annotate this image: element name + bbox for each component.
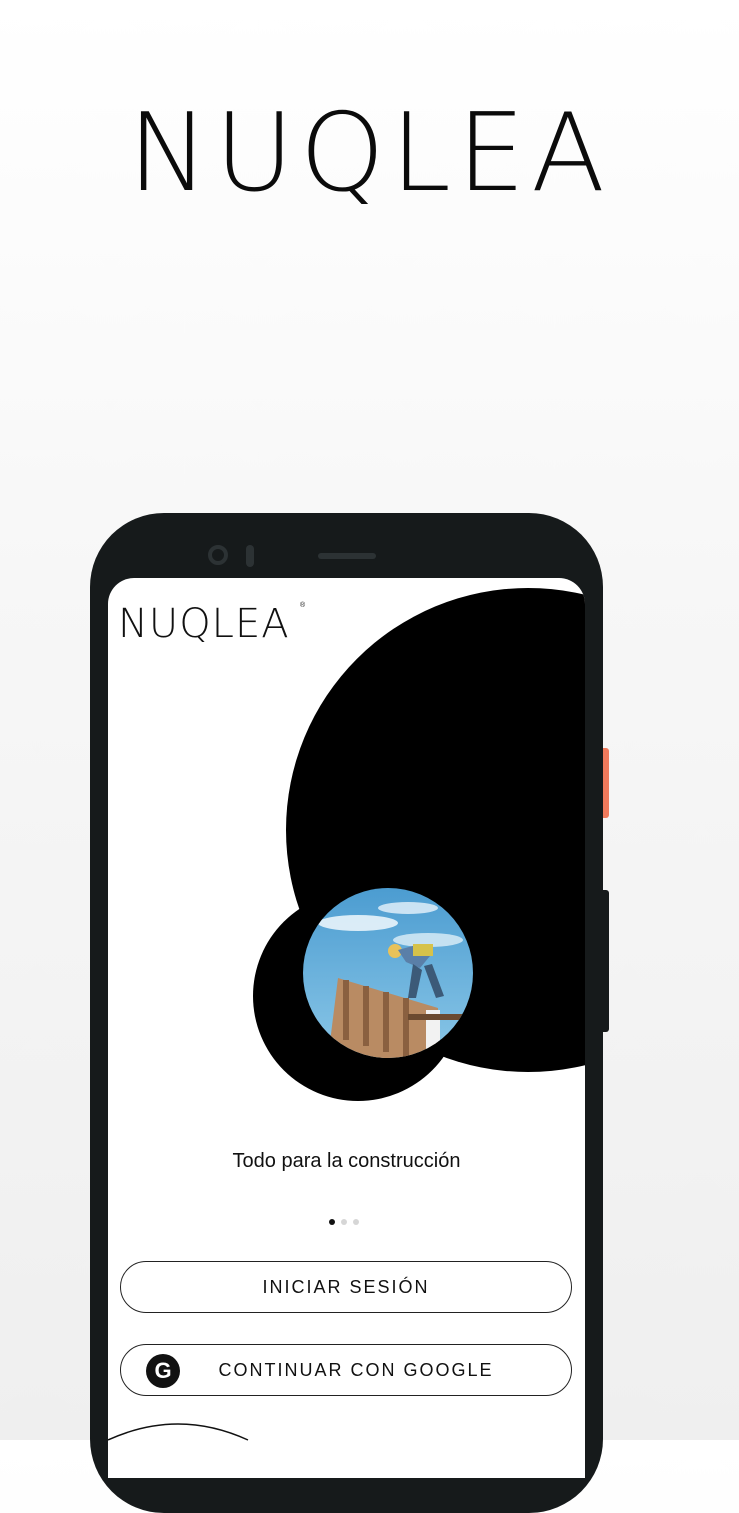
login-button-label: INICIAR SESIÓN xyxy=(262,1276,430,1297)
power-button xyxy=(603,748,609,818)
front-camera xyxy=(208,545,228,565)
bottom-decorative-arc xyxy=(108,1423,249,1441)
phone-speaker xyxy=(318,553,376,559)
phone-screen: NUQLEA ® Todo para la construcción INICI… xyxy=(108,578,585,1478)
brand-logo: NUQLEA xyxy=(127,91,612,216)
volume-button xyxy=(603,890,609,1032)
carousel-dot-3[interactable] xyxy=(353,1219,359,1225)
carousel-dot-1[interactable] xyxy=(329,1219,335,1225)
app-logo: NUQLEA xyxy=(118,601,290,647)
onboarding-tagline: Todo para la construcción xyxy=(232,1150,461,1172)
google-icon: G xyxy=(146,1354,180,1388)
login-button[interactable]: INICIAR SESIÓN xyxy=(120,1261,572,1313)
phone-sensor xyxy=(246,545,254,567)
registered-mark: ® xyxy=(300,602,306,609)
carousel-dot-2[interactable] xyxy=(341,1219,347,1225)
google-signin-button[interactable]: G CONTINUAR CON GOOGLE xyxy=(120,1344,572,1396)
google-button-label: CONTINUAR CON GOOGLE xyxy=(218,1359,494,1380)
hero-illustration xyxy=(253,588,585,1101)
carousel-indicator[interactable] xyxy=(329,1219,359,1225)
